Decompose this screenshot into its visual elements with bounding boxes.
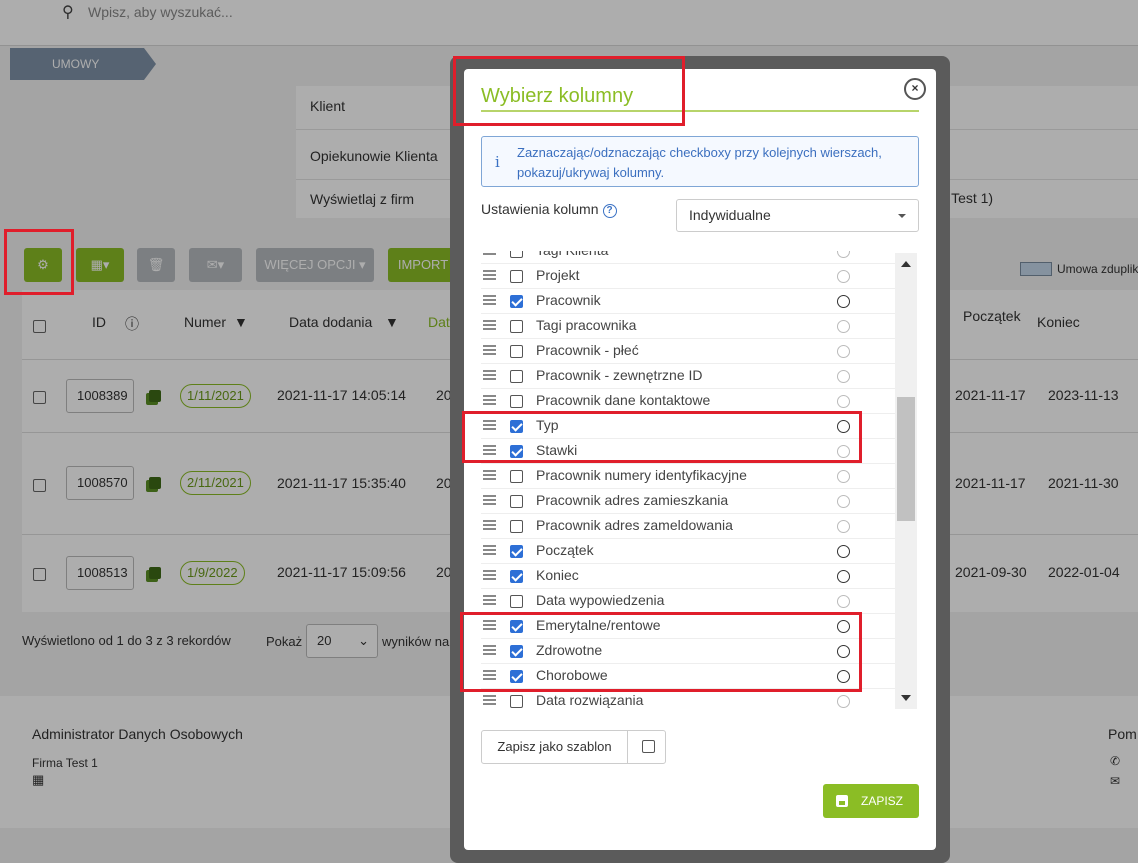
column-sort-radio[interactable] <box>837 595 850 608</box>
column-checkbox[interactable] <box>510 495 523 508</box>
drag-handle-icon[interactable] <box>483 595 496 605</box>
column-label: Pracownik adres zameldowania <box>536 517 733 533</box>
column-sort-radio[interactable] <box>837 545 850 558</box>
drag-handle-icon[interactable] <box>483 270 496 280</box>
drag-handle-icon[interactable] <box>483 470 496 480</box>
column-label: Data wypowiedzenia <box>536 592 665 608</box>
column-sort-radio[interactable] <box>837 295 850 308</box>
column-sort-radio[interactable] <box>837 495 850 508</box>
chevron-down-icon <box>898 214 906 218</box>
drag-handle-icon[interactable] <box>483 251 496 255</box>
column-sort-radio[interactable] <box>837 695 850 708</box>
column-label: Pracownik <box>536 292 601 308</box>
save-label: ZAPISZ <box>861 794 904 808</box>
column-row[interactable]: Pracownik numery identyfikacyjne <box>481 464 895 489</box>
highlight-title <box>453 56 685 126</box>
floppy-icon <box>836 795 848 807</box>
info-icon: i <box>495 153 500 171</box>
help-icon[interactable]: ? <box>602 204 617 218</box>
column-row[interactable]: Pracownik - płeć <box>481 339 895 364</box>
column-checkbox[interactable] <box>510 595 523 608</box>
column-label: Początek <box>536 542 594 558</box>
drag-handle-icon[interactable] <box>483 395 496 405</box>
column-sort-radio[interactable] <box>837 320 850 333</box>
column-checkbox[interactable] <box>510 570 523 583</box>
column-label: Pracownik adres zamieszkania <box>536 492 729 508</box>
drag-handle-icon[interactable] <box>483 695 496 705</box>
save-as-template-label: Zapisz jako szablon <box>482 731 628 763</box>
column-settings-text: Ustawienia kolumn <box>481 201 599 217</box>
column-sort-radio[interactable] <box>837 251 850 258</box>
column-checkbox[interactable] <box>510 370 523 383</box>
drag-handle-icon[interactable] <box>483 545 496 555</box>
column-row[interactable]: Pracownik adres zameldowania <box>481 514 895 539</box>
scrollbar-thumb[interactable] <box>897 397 915 521</box>
column-label: Koniec <box>536 567 579 583</box>
column-settings-label: Ustawienia kolumn? <box>481 201 617 218</box>
column-label: Pracownik numery identyfikacyjne <box>536 467 747 483</box>
drag-handle-icon[interactable] <box>483 570 496 580</box>
highlight-settings-button <box>4 229 74 295</box>
column-row[interactable]: Data rozwiązania <box>481 689 895 709</box>
save-as-template-group: Zapisz jako szablon <box>481 730 666 764</box>
info-box: i Zaznaczając/odznaczając checkboxy przy… <box>481 136 919 187</box>
column-row[interactable]: Pracownik adres zamieszkania <box>481 489 895 514</box>
drag-handle-icon[interactable] <box>483 320 496 330</box>
column-checkbox[interactable] <box>510 270 523 283</box>
drag-handle-icon[interactable] <box>483 370 496 380</box>
column-checkbox[interactable] <box>510 695 523 708</box>
save-button[interactable]: ZAPISZ <box>823 784 919 818</box>
column-row[interactable]: Pracownik <box>481 289 895 314</box>
highlight-insurance-columns <box>460 612 862 692</box>
scroll-up-icon[interactable] <box>901 261 911 267</box>
column-sort-radio[interactable] <box>837 470 850 483</box>
column-label: Tagi pracownika <box>536 317 637 333</box>
column-row[interactable]: Koniec <box>481 564 895 589</box>
column-sort-radio[interactable] <box>837 570 850 583</box>
column-settings-select[interactable]: Indywidualne <box>676 199 919 232</box>
column-row[interactable]: Data wypowiedzenia <box>481 589 895 614</box>
column-checkbox[interactable] <box>510 320 523 333</box>
column-checkbox[interactable] <box>510 345 523 358</box>
column-checkbox[interactable] <box>510 520 523 533</box>
drag-handle-icon[interactable] <box>483 345 496 355</box>
drag-handle-icon[interactable] <box>483 295 496 305</box>
column-row[interactable]: Projekt <box>481 264 895 289</box>
column-label: Pracownik - zewnętrzne ID <box>536 367 703 383</box>
column-sort-radio[interactable] <box>837 345 850 358</box>
column-checkbox[interactable] <box>510 251 523 258</box>
column-checkbox[interactable] <box>510 395 523 408</box>
column-sort-radio[interactable] <box>837 520 850 533</box>
column-sort-radio[interactable] <box>837 270 850 283</box>
list-scrollbar[interactable] <box>895 253 917 709</box>
column-checkbox[interactable] <box>510 545 523 558</box>
drag-handle-icon[interactable] <box>483 520 496 530</box>
drag-handle-icon[interactable] <box>483 495 496 505</box>
column-row[interactable]: Pracownik - zewnętrzne ID <box>481 364 895 389</box>
column-row[interactable]: Początek <box>481 539 895 564</box>
column-label: Data rozwiązania <box>536 692 644 708</box>
column-sort-radio[interactable] <box>837 370 850 383</box>
column-label: Projekt <box>536 267 580 283</box>
info-text: Zaznaczając/odznaczając checkboxy przy k… <box>517 145 882 180</box>
column-row[interactable]: Tagi Klienta <box>481 251 895 264</box>
column-checkbox[interactable] <box>510 470 523 483</box>
scroll-down-icon[interactable] <box>901 695 911 701</box>
column-settings-value: Indywidualne <box>689 207 771 223</box>
column-label: Tagi Klienta <box>536 251 608 258</box>
column-label: Pracownik dane kontaktowe <box>536 392 711 408</box>
close-button[interactable]: × <box>904 78 926 100</box>
column-sort-radio[interactable] <box>837 395 850 408</box>
column-label: Pracownik - płeć <box>536 342 639 358</box>
highlight-typ-stawki <box>462 411 862 463</box>
save-as-template-checkbox[interactable] <box>642 740 655 753</box>
column-checkbox[interactable] <box>510 295 523 308</box>
column-row[interactable]: Tagi pracownika <box>481 314 895 339</box>
